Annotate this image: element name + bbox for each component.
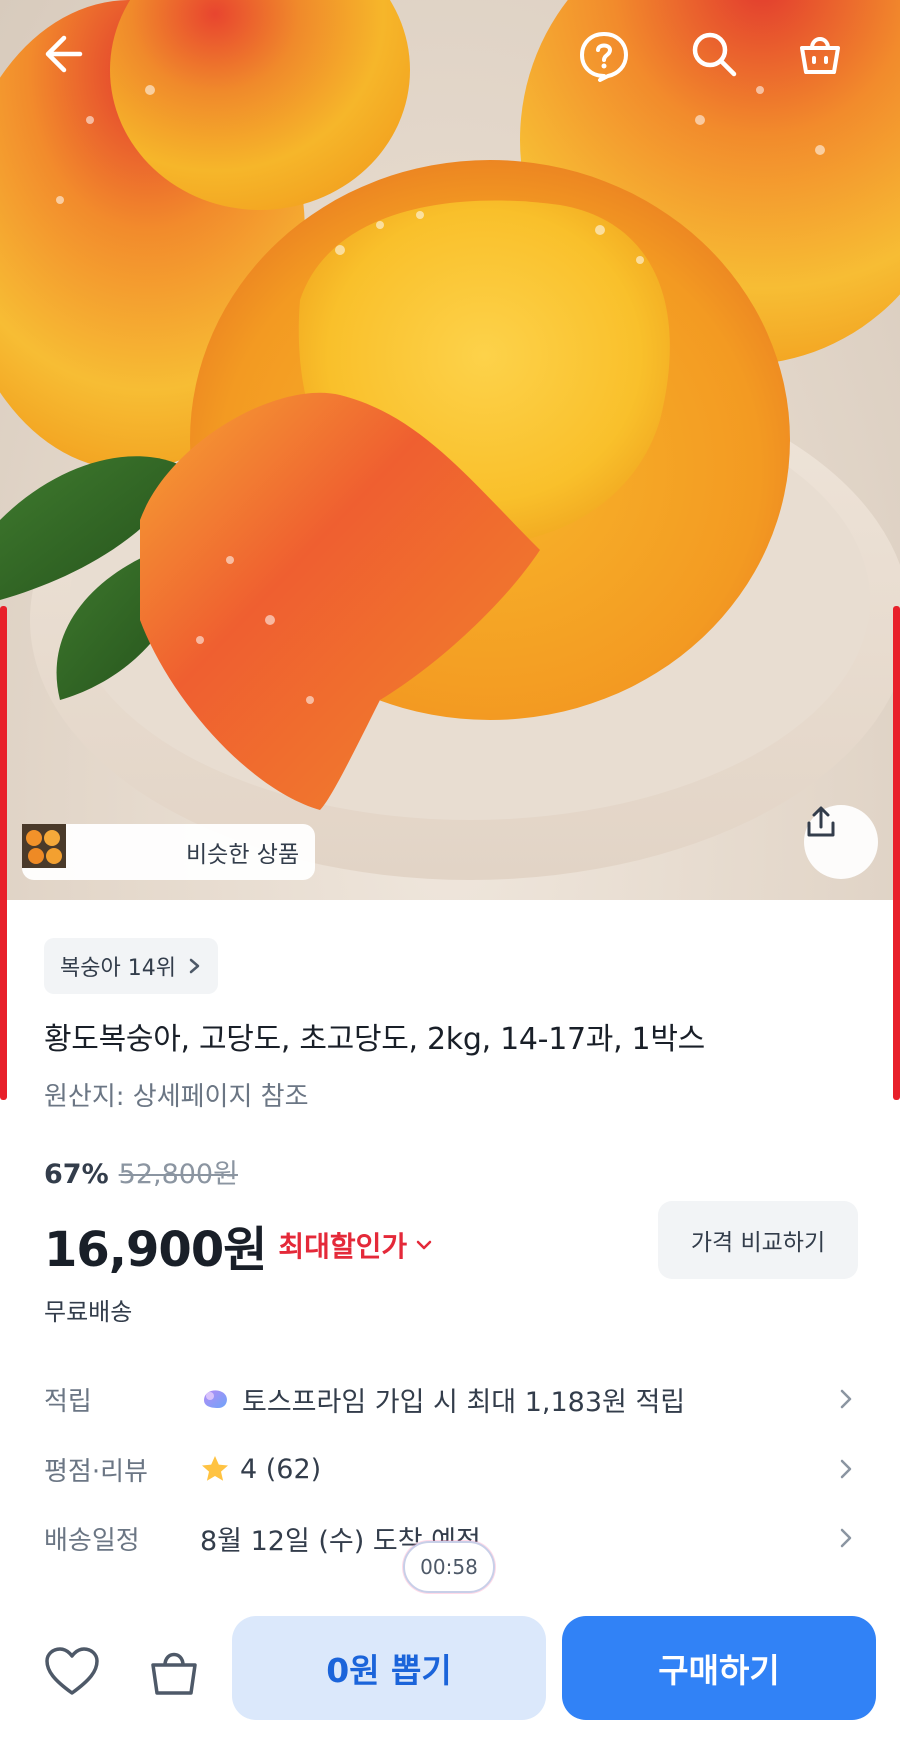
share-icon bbox=[807, 806, 835, 837]
similar-products-label: 비슷한 상품 bbox=[186, 842, 300, 868]
discount-row: 67% 52,800원 bbox=[44, 1152, 238, 1191]
max-discount-label: 최대할인가 bbox=[278, 1230, 408, 1263]
add-to-cart-button[interactable] bbox=[142, 1640, 206, 1704]
compare-price-button[interactable]: 가격 비교하기 bbox=[658, 1201, 858, 1279]
product-title: 황도복숭아, 고당도, 초고당도, 2kg, 14-17과, 1박스 bbox=[44, 1022, 705, 1057]
peach-illustration bbox=[0, 0, 900, 880]
rank-label: 복숭아 14위 bbox=[60, 956, 176, 981]
rating-label: 평점·리뷰 bbox=[44, 1456, 148, 1487]
help-icon bbox=[580, 32, 628, 82]
product-origin: 원산지: 상세페이지 참조 bbox=[44, 1082, 309, 1112]
similar-thumb bbox=[22, 824, 122, 874]
chevron-right-icon bbox=[836, 1527, 856, 1549]
share-button[interactable] bbox=[804, 805, 878, 879]
points-value: 토스프라임 가입 시 최대 1,183원 적립 bbox=[242, 1386, 686, 1418]
wishlist-button[interactable] bbox=[40, 1640, 104, 1704]
original-price: 52,800원 bbox=[118, 1159, 238, 1190]
similar-thumb bbox=[22, 824, 172, 874]
chevron-right-icon bbox=[836, 1388, 856, 1410]
rating-value-wrap: 4 (62) bbox=[200, 1454, 836, 1485]
category-rank-chip[interactable]: 복숭아 14위 bbox=[44, 938, 218, 994]
heart-icon bbox=[45, 1647, 99, 1695]
delivery-label: 배송일정 bbox=[44, 1525, 140, 1556]
toss-prime-icon bbox=[204, 1390, 227, 1408]
cart-button[interactable] bbox=[796, 30, 868, 102]
cart-icon bbox=[800, 37, 840, 74]
points-row[interactable]: 적립 토스프라임 가입 시 최대 1,183원 적립 bbox=[44, 1372, 856, 1426]
rating-value: 4 (62) bbox=[240, 1453, 322, 1485]
star-icon bbox=[202, 1456, 228, 1481]
sale-price: 16,900원 bbox=[44, 1222, 267, 1278]
back-arrow-icon bbox=[45, 35, 83, 73]
help-button[interactable] bbox=[578, 30, 650, 102]
product-image[interactable]: 비슷한 상품 bbox=[0, 0, 900, 900]
price-row: 16,900원 최대할인가 bbox=[44, 1210, 433, 1280]
chevron-right-icon bbox=[189, 958, 200, 974]
chevron-down-icon bbox=[416, 1240, 432, 1250]
shopping-bag-icon bbox=[151, 1652, 197, 1695]
edge-indicator-left bbox=[0, 606, 7, 1100]
points-value-wrap: 토스프라임 가입 시 최대 1,183원 적립 bbox=[200, 1380, 836, 1419]
free-shipping-label: 무료배송 bbox=[44, 1298, 133, 1326]
rating-review-row[interactable]: 평점·리뷰 4 (62) bbox=[44, 1442, 856, 1496]
discount-rate: 67% bbox=[44, 1159, 109, 1190]
search-icon bbox=[692, 32, 737, 77]
points-label: 적립 bbox=[44, 1386, 92, 1417]
timer-badge: 00:58 bbox=[403, 1541, 495, 1593]
max-discount-toggle[interactable]: 최대할인가 bbox=[278, 1225, 433, 1265]
chevron-right-icon bbox=[836, 1458, 856, 1480]
edge-indicator-right bbox=[893, 606, 900, 1100]
similar-products-chip[interactable]: 비슷한 상품 bbox=[22, 824, 316, 880]
back-button[interactable] bbox=[36, 30, 108, 102]
delivery-value: 8월 12일 (수) 도착 예정 bbox=[200, 1525, 481, 1557]
zero-won-draw-button[interactable]: 0원 뽑기 bbox=[232, 1616, 546, 1720]
buy-button[interactable]: 구매하기 bbox=[562, 1616, 876, 1720]
search-button[interactable] bbox=[690, 30, 762, 102]
